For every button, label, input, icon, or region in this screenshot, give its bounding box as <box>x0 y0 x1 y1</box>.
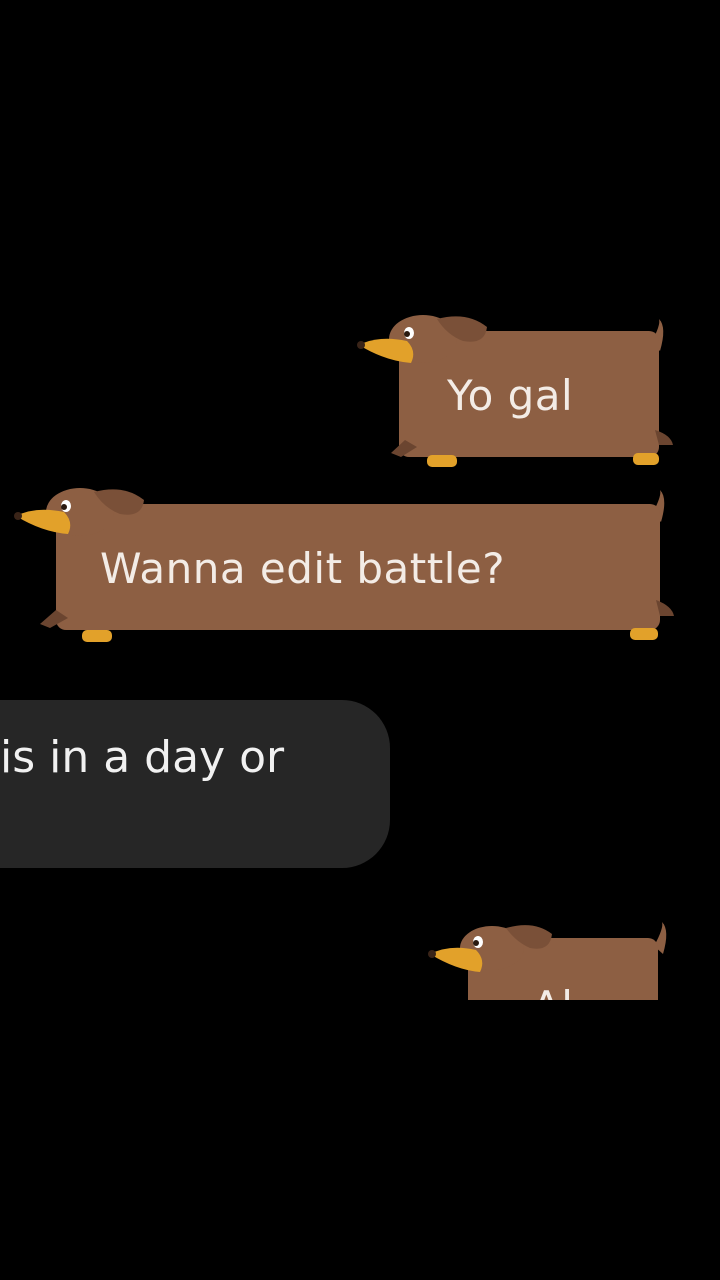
message-text: Yo gal <box>447 371 574 420</box>
sent-message-dog-bubble[interactable]: Wanna edit battle? <box>12 482 684 652</box>
sent-message-dog-bubble[interactable]: Yo gal <box>355 305 685 480</box>
sent-message-dog-bubble[interactable]: Al <box>428 920 678 1000</box>
message-text: is in a day or <box>0 732 285 783</box>
message-list[interactable]: Yo gal Wanna edit battle? is in a day or <box>0 0 720 1000</box>
message-text: Al <box>532 982 573 1000</box>
chat-screen: Yo gal Wanna edit battle? is in a day or <box>0 0 720 1280</box>
received-message-bubble[interactable]: is in a day or <box>0 700 390 868</box>
message-text: Wanna edit battle? <box>100 544 506 593</box>
